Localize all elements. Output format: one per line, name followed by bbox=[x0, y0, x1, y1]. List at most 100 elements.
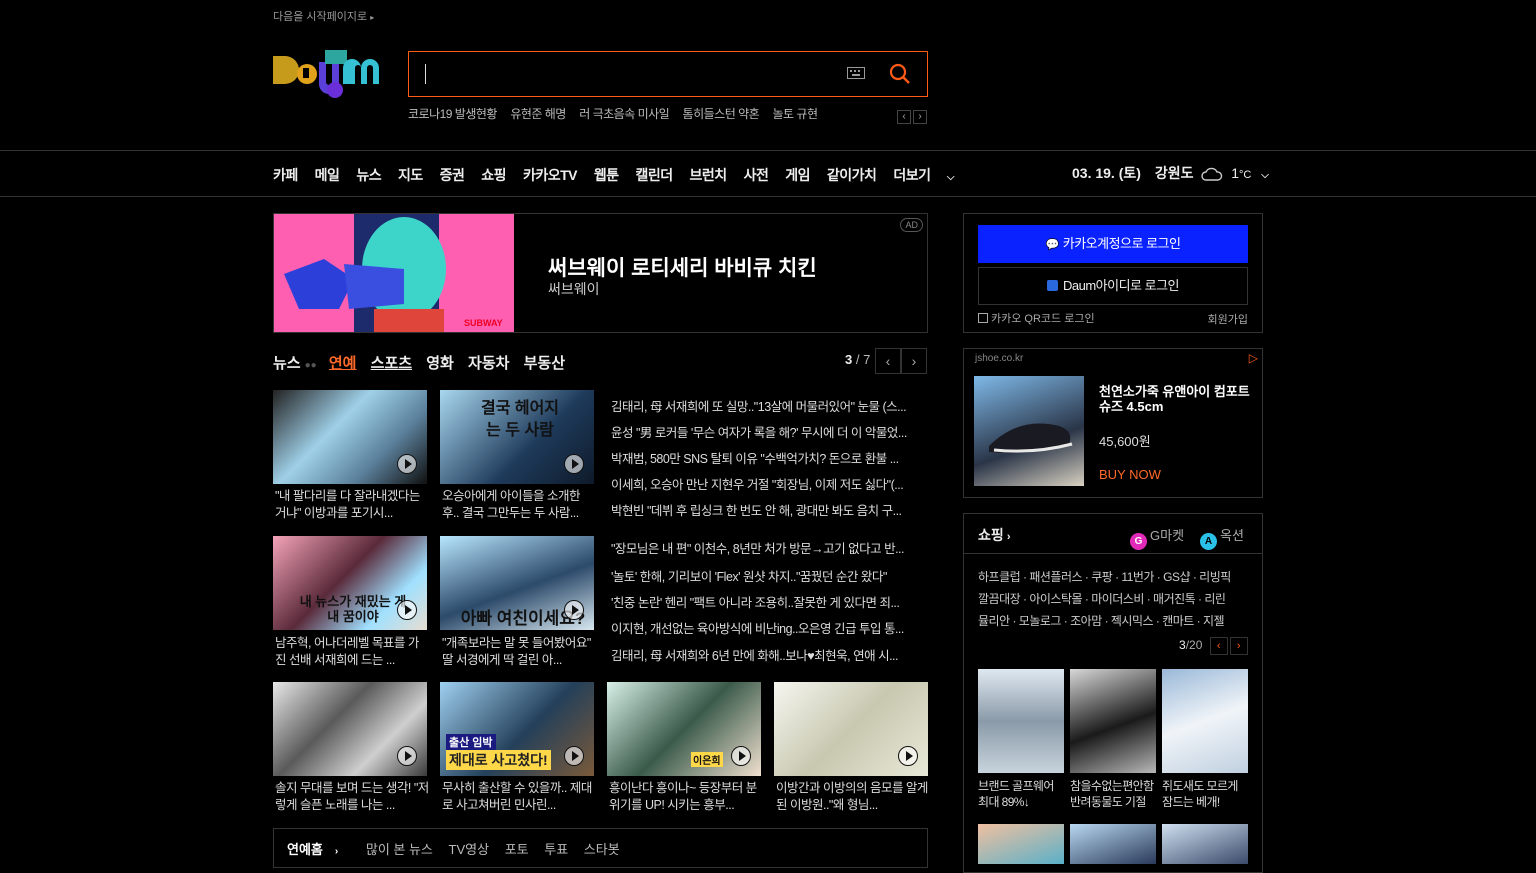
nav-item-dictionary[interactable]: 사전 bbox=[744, 167, 769, 183]
banner-ad[interactable]: SUBWAY 써브웨이 로티세리 바비큐 치킨 써브웨이 AD bbox=[273, 213, 928, 333]
news-caption[interactable]: 이방간과 이방의의 음모를 알게 된 이방원.."왜 형님... bbox=[776, 780, 930, 814]
set-start-page-link[interactable]: 다음을 시작페이지로 ▸ bbox=[273, 8, 374, 24]
gmarket-link[interactable]: G G마켓 bbox=[1130, 525, 1184, 550]
headline-link[interactable]: '놀토' 한해, 기리보이 'Flex' 원샷 차지.."꿈꿨던 순간 왔다" bbox=[611, 566, 927, 585]
headline-link[interactable]: "장모님은 내 편" 이천수, 8년만 처가 방문→고기 없다고 반... bbox=[611, 538, 927, 557]
chevron-left-icon[interactable]: ‹ bbox=[897, 110, 911, 124]
entertainment-home-link[interactable]: 연예홈 › bbox=[287, 842, 350, 857]
product-image[interactable] bbox=[1070, 669, 1156, 773]
nav-item-mail[interactable]: 메일 bbox=[315, 167, 340, 183]
trend-keyword[interactable]: 놀토 규현 bbox=[773, 107, 819, 121]
speech-bubble-icon: 💬 bbox=[1045, 239, 1060, 251]
product-caption[interactable]: 쥐도새도 모르게 잠드는 베개! bbox=[1162, 778, 1250, 810]
shopping-title-link[interactable]: 쇼핑 › bbox=[978, 525, 1011, 545]
news-thumbnail[interactable]: 출산 임박 제대로 사고쳤다! bbox=[440, 682, 594, 776]
qr-login-link[interactable]: 카카오 QR코드 로그인 bbox=[978, 310, 1095, 326]
news-thumbnail[interactable] bbox=[774, 682, 928, 776]
news-caption[interactable]: "개족보라는 말 못 들어봤어요" 딸 서경에게 딱 걸린 아... bbox=[442, 635, 596, 669]
nav-item-stock[interactable]: 증권 bbox=[440, 167, 465, 183]
tab-news[interactable]: 뉴스 bbox=[273, 355, 301, 372]
chevron-right-icon[interactable]: › bbox=[913, 110, 927, 124]
trend-keyword[interactable]: 러 극초음속 미사일 bbox=[579, 107, 670, 121]
kakao-login-button[interactable]: 💬 카카오계정으로 로그인 bbox=[978, 225, 1248, 263]
auction-link[interactable]: A 옥션 bbox=[1200, 525, 1244, 550]
product-caption[interactable]: 브랜드 골프웨어 최대 89%↓ bbox=[978, 778, 1066, 810]
nav-item-cafe[interactable]: 카페 bbox=[273, 167, 298, 183]
headline-link[interactable]: 윤성 "男 로커들 '무슨 여자가 록을 해?' 무시에 더 이 악물었... bbox=[611, 422, 927, 441]
search-button[interactable] bbox=[889, 63, 911, 85]
trend-keyword[interactable]: 유현준 해명 bbox=[510, 107, 566, 121]
nav-item-brunch[interactable]: 브런치 bbox=[690, 167, 728, 183]
product-caption[interactable]: 참을수없는편안함 반려동물도 기절 bbox=[1070, 778, 1158, 810]
nav-item-map[interactable]: 지도 bbox=[398, 167, 423, 183]
tab-sports[interactable]: 스포츠 bbox=[371, 355, 412, 372]
news-thumbnail[interactable]: 결국 헤어지는 두 사람 bbox=[440, 390, 594, 484]
product-image[interactable] bbox=[978, 824, 1064, 864]
headline-link[interactable]: '친중 논란' 헨리 "팩트 아니라 조용히..잘못한 게 있다면 죄... bbox=[611, 592, 927, 611]
chevron-right-icon[interactable]: › bbox=[901, 348, 927, 374]
chevron-left-icon[interactable]: ‹ bbox=[1209, 637, 1228, 655]
shopping-links[interactable]: 깔끔대장 · 아이스탁몰 · 마이더스비 · 매거진톡 · 리린 bbox=[978, 590, 1253, 607]
vote-link[interactable]: 투표 bbox=[544, 842, 568, 857]
nav-item-game[interactable]: 게임 bbox=[785, 167, 810, 183]
chevron-right-icon[interactable]: › bbox=[1229, 637, 1248, 655]
headline-link[interactable]: 박재범, 580만 SNS 탈퇴 이유 "수백억가치? 돈으로 환불 ... bbox=[611, 448, 927, 467]
news-caption[interactable]: 남주혁, 어나더레벨 목표를 가진 선배 서재희에 드는 ... bbox=[275, 635, 429, 669]
news-caption[interactable]: 무사히 출산할 수 있을까.. 제대로 사고쳐버린 민사린... bbox=[442, 780, 596, 814]
nav-item-webtoon[interactable]: 웹툰 bbox=[594, 167, 619, 183]
news-thumbnail[interactable]: 이은희 bbox=[607, 682, 761, 776]
weather-widget[interactable]: 03. 19. (토) 강원도 1°C ⌵ bbox=[1072, 163, 1269, 186]
headline-link[interactable]: 이세희, 오승아 만난 지현우 거절 "회장님, 이제 저도 싫다"(... bbox=[611, 474, 927, 493]
chevron-right-icon: › bbox=[334, 846, 339, 857]
search-input[interactable] bbox=[425, 64, 426, 84]
join-link[interactable]: 회원가입 bbox=[1208, 311, 1248, 327]
shopping-links[interactable]: 뮬리안 · 모놀로그 · 조아맘 · 젝시믹스 · 캔마트 · 지젤 bbox=[978, 612, 1253, 629]
trend-keyword[interactable]: 코로나19 발생현황 bbox=[408, 107, 497, 121]
nav-item-kakaotv[interactable]: 카카오TV bbox=[523, 167, 578, 183]
nav-item-together[interactable]: 같이가치 bbox=[827, 167, 877, 183]
headline-link[interactable]: 김태리, 母 서재희와 6년 만에 화해..보나♥최현욱, 연애 시... bbox=[611, 645, 927, 664]
news-thumbnail[interactable] bbox=[273, 390, 427, 484]
news-caption[interactable]: 솔지 무대를 보며 드는 생각! "저렇게 슬픈 노래를 나는 ... bbox=[275, 780, 429, 814]
headline-link[interactable]: 김태리, 母 서재희에 또 실망.."13살에 머물러있어" 눈물 (스... bbox=[611, 396, 927, 415]
photo-link[interactable]: 포토 bbox=[505, 842, 529, 857]
play-icon bbox=[564, 746, 584, 766]
news-thumbnail[interactable] bbox=[273, 682, 427, 776]
tab-realestate[interactable]: 부동산 bbox=[524, 355, 565, 372]
chevron-down-icon[interactable]: ⌵ bbox=[1261, 170, 1269, 181]
product-image[interactable] bbox=[1162, 669, 1248, 773]
daum-login-button[interactable]: Daum아이디로 로그인 bbox=[978, 267, 1248, 305]
keyboard-icon[interactable] bbox=[847, 66, 865, 80]
nav-item-calendar[interactable]: 캘린더 bbox=[636, 167, 674, 183]
nav-item-news[interactable]: 뉴스 bbox=[356, 167, 381, 183]
headline-link[interactable]: 박현빈 "데뷔 후 립싱크 한 번도 안 해, 광대만 봐도 음치 구... bbox=[611, 500, 927, 519]
daum-logo[interactable] bbox=[273, 48, 391, 100]
nav-item-more[interactable]: 더보기 ⌵ bbox=[893, 167, 967, 183]
play-icon bbox=[397, 746, 417, 766]
shopping-links[interactable]: 하프클럽 · 패션플러스 · 쿠팡 · 11번가 · GS샵 · 리빙픽 bbox=[978, 568, 1253, 585]
tv-video-link[interactable]: TV영상 bbox=[449, 842, 490, 857]
news-thumbnail[interactable]: 아빠 여친이세요? bbox=[440, 536, 594, 630]
date-text: 03. 19. (토) bbox=[1072, 165, 1141, 181]
trend-keyword[interactable]: 톰히들스턴 약혼 bbox=[683, 107, 760, 121]
headline-link[interactable]: 이지현, 개선없는 육아방식에 비난ing..오은영 긴급 투입 통... bbox=[611, 618, 927, 637]
product-image[interactable] bbox=[978, 669, 1064, 773]
ad-choices-icon[interactable]: ▷ bbox=[1249, 351, 1258, 365]
product-image[interactable] bbox=[1070, 824, 1156, 864]
news-caption[interactable]: 흥이난다 흥이나~ 등장부터 분위기를 UP! 시키는 흥부... bbox=[609, 780, 763, 814]
popular-news-link[interactable]: 많이 본 뉴스 bbox=[366, 842, 433, 857]
login-box: 💬 카카오계정으로 로그인 Daum아이디로 로그인 카카오 QR코드 로그인 회… bbox=[963, 213, 1263, 333]
news-caption[interactable]: 오승아에게 아이들을 소개한 후.. 결국 그만두는 두 사람... bbox=[442, 488, 596, 522]
starbot-link[interactable]: 스타봇 bbox=[584, 842, 620, 857]
tab-car[interactable]: 자동차 bbox=[468, 355, 509, 372]
buy-now-link[interactable]: BUY NOW bbox=[1099, 467, 1161, 482]
news-thumbnail[interactable]: 내 뉴스가 재밌는 게 내 꿈이야 bbox=[273, 536, 427, 630]
chevron-left-icon[interactable]: ‹ bbox=[875, 348, 901, 374]
product-image[interactable] bbox=[1162, 824, 1248, 864]
side-ad[interactable]: jshoe.co.kr ▷ 천연소가죽 유앤아이 컴포트슈즈 4.5cm 45,… bbox=[963, 348, 1263, 498]
tab-entertainment[interactable]: 연예 bbox=[329, 355, 357, 372]
news-caption[interactable]: "내 팔다리를 다 잘라내겠다는 거냐" 이방과를 포기시... bbox=[275, 488, 429, 522]
tab-movie[interactable]: 영화 bbox=[426, 355, 454, 372]
search-box[interactable] bbox=[408, 51, 928, 97]
nav-item-shopping[interactable]: 쇼핑 bbox=[481, 167, 506, 183]
